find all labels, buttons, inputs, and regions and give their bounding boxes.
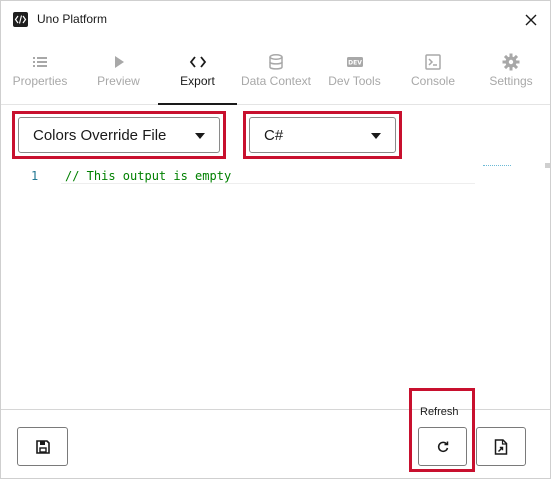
- terminal-icon: [424, 53, 442, 71]
- language-value: C#: [264, 127, 284, 144]
- save-icon: [35, 439, 50, 454]
- close-button[interactable]: [520, 9, 542, 31]
- save-button[interactable]: [17, 427, 68, 466]
- file-type-dropdown[interactable]: Colors Override File: [18, 117, 220, 153]
- tab-bar: Properties Preview Export Data Context D…: [1, 41, 550, 105]
- play-icon: [110, 53, 128, 71]
- tab-console[interactable]: Console: [394, 41, 472, 104]
- chevron-down-icon: [195, 133, 205, 139]
- close-icon: [525, 14, 537, 26]
- title-bar: Uno Platform: [1, 1, 550, 38]
- app-window: Uno Platform Properties Preview Export D…: [0, 0, 551, 479]
- language-dropdown[interactable]: C#: [249, 117, 396, 153]
- dev-icon: DEV: [346, 53, 364, 71]
- line-number: 1: [31, 169, 39, 183]
- refresh-button[interactable]: [418, 427, 467, 466]
- code-icon: [189, 53, 207, 71]
- tab-dev-tools[interactable]: DEV Dev Tools: [315, 41, 394, 104]
- tab-label: Console: [410, 74, 456, 88]
- tab-export[interactable]: Export: [158, 41, 237, 105]
- database-icon: [267, 53, 285, 71]
- list-icon: [31, 53, 49, 71]
- tab-data-context[interactable]: Data Context: [237, 41, 315, 104]
- refresh-tooltip: Refresh: [420, 406, 459, 418]
- tab-label: Dev Tools: [328, 74, 381, 88]
- refresh-icon: [437, 441, 448, 452]
- tab-properties[interactable]: Properties: [1, 41, 79, 104]
- editor-scrollbar[interactable]: [545, 163, 550, 168]
- svg-text:DEV: DEV: [348, 60, 362, 67]
- tab-label: Properties: [12, 74, 68, 88]
- chevron-down-icon: [371, 133, 381, 139]
- export-file-button[interactable]: [476, 427, 526, 466]
- tab-label: Data Context: [240, 74, 312, 88]
- tab-preview[interactable]: Preview: [79, 41, 158, 104]
- window-title: Uno Platform: [37, 12, 108, 26]
- current-line-indicator: [61, 183, 475, 184]
- code-editor[interactable]: 1 // This output is empty: [1, 163, 550, 409]
- tab-label: Settings: [489, 74, 533, 88]
- code-line: // This output is empty: [65, 169, 232, 183]
- code-icon: [13, 12, 28, 27]
- file-export-icon: [494, 438, 508, 455]
- tab-label: Preview: [97, 74, 140, 88]
- tab-label: Export: [180, 74, 215, 88]
- gear-icon: [502, 53, 520, 71]
- tab-settings[interactable]: Settings: [472, 41, 550, 104]
- file-type-value: Colors Override File: [33, 127, 167, 144]
- minimap[interactable]: [483, 165, 511, 169]
